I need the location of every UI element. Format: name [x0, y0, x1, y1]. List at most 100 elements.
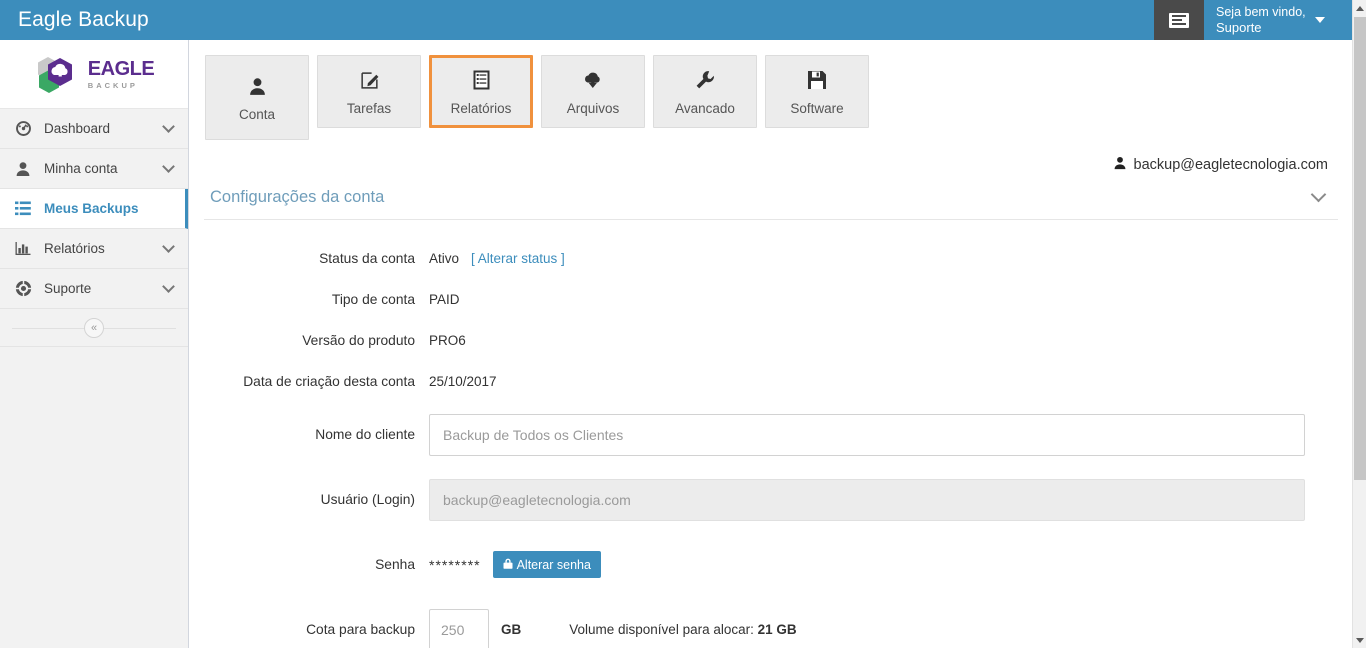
account-email-text: backup@eagletecnologia.com [1133, 157, 1328, 173]
scrollbar-up-button[interactable] [1353, 0, 1366, 16]
quota-value-group: 250 GB Volume disponível para alocar: 21… [429, 608, 797, 648]
tab-avancado[interactable]: Avancado [653, 55, 757, 128]
user-icon [248, 73, 267, 99]
logo-name-top: EAGLE [87, 57, 155, 80]
tab-label: Tarefas [346, 101, 392, 116]
chevron-down-icon [1314, 17, 1325, 23]
volume-available-value: 21 GB [757, 622, 797, 637]
sidebar-item-label: Suporte [44, 281, 92, 296]
password-masked: ******** [429, 556, 481, 573]
form-row-login: Usuário (Login) backup@eagletecnologia.c… [204, 467, 1338, 532]
client-name-input[interactable]: Backup de Todos os Clientes [429, 413, 1305, 456]
sidebar: EAGLE BACKUP Dashboard Minha conta Meus [0, 40, 189, 648]
app-root: Eagle Backup Seja bem vindo, Suporte EAG… [0, 0, 1366, 648]
sidebar-item-relatorios[interactable]: Relatórios [0, 229, 188, 269]
volume-available-text: Volume disponível para alocar: 21 GB [569, 622, 796, 637]
list-bars-icon [1169, 12, 1189, 28]
user-icon [14, 160, 32, 178]
form-row-quota: Cota para backup 250 GB Volume disponíve… [204, 597, 1338, 648]
user-menu[interactable]: Seja bem vindo, Suporte [1204, 0, 1352, 40]
tab-software[interactable]: Software [765, 55, 869, 128]
login-label: Usuário (Login) [320, 492, 415, 507]
nav-toggle-button[interactable] [1154, 0, 1204, 40]
volume-available-label: Volume disponível para alocar: [569, 622, 754, 637]
login-input: backup@eagletecnologia.com [429, 478, 1305, 521]
tab-tarefas[interactable]: Tarefas [317, 55, 421, 128]
sidebar-item-label: Minha conta [44, 161, 118, 176]
quota-input[interactable]: 250 [429, 608, 489, 648]
client-name-label: Nome do cliente [315, 427, 415, 442]
chevron-down-icon [1356, 637, 1364, 643]
scrollbar-thumb[interactable] [1354, 17, 1366, 480]
chevron-up-icon [1356, 5, 1364, 11]
sidebar-item-dashboard[interactable]: Dashboard [0, 109, 188, 149]
floppy-save-icon [807, 67, 827, 93]
status-label: Status da conta [319, 251, 415, 266]
account-settings-panel: Configurações da conta Status da conta A… [204, 186, 1338, 648]
password-label: Senha [375, 557, 415, 572]
wrench-icon [695, 67, 715, 93]
sidebar-logo[interactable]: EAGLE BACKUP [0, 40, 188, 109]
hexagon-cloud-upload-icon [34, 54, 84, 94]
sidebar-item-meus-backups[interactable]: Meus Backups [0, 189, 188, 229]
sidebar-item-minha-conta[interactable]: Minha conta [0, 149, 188, 189]
creation-date-label: Data de criação desta conta [243, 374, 415, 389]
panel-header: Configurações da conta [204, 186, 1338, 220]
account-form: Status da conta Ativo [ Alterar status ]… [204, 220, 1338, 648]
logo-name-bottom: BACKUP [87, 80, 138, 90]
form-row-client-name: Nome do cliente Backup de Todos os Clien… [204, 402, 1338, 467]
sidebar-collapse-row: « [0, 309, 188, 347]
list-icon [14, 200, 32, 218]
welcome-line-2: Suporte [1216, 20, 1262, 35]
sidebar-collapse-button[interactable]: « [84, 317, 104, 338]
form-row-account-type: Tipo de conta PAID [204, 279, 1338, 320]
logo: EAGLE BACKUP [34, 54, 155, 94]
page-scrollbar[interactable] [1352, 0, 1366, 648]
tab-label: Relatórios [450, 101, 512, 116]
chevron-down-icon [162, 280, 175, 293]
user-icon [1113, 156, 1127, 174]
tab-conta[interactable]: Conta [205, 55, 309, 140]
product-version-label: Versão do produto [302, 333, 415, 348]
tab-relatorios[interactable]: Relatórios [429, 55, 533, 128]
report-list-icon [472, 67, 491, 93]
dashboard-gauge-icon [14, 120, 32, 138]
page-title: Configurações da conta [210, 188, 385, 206]
creation-date-value: 25/10/2017 [429, 374, 497, 389]
cloud-download-icon [582, 67, 604, 93]
alterar-status-link[interactable]: [ Alterar status ] [471, 251, 565, 266]
alterar-senha-label: Alterar senha [516, 557, 591, 572]
chevron-down-icon [162, 240, 175, 253]
lifebuoy-icon [14, 280, 32, 298]
status-value-group: Ativo [ Alterar status ] [429, 251, 565, 266]
sidebar-item-label: Dashboard [44, 121, 111, 136]
form-row-creation-date: Data de criação desta conta 25/10/2017 [204, 361, 1338, 402]
account-type-label: Tipo de conta [331, 292, 415, 307]
account-type-value: PAID [429, 292, 460, 307]
scrollbar-down-button[interactable] [1353, 632, 1366, 648]
lock-icon [503, 558, 513, 572]
alterar-senha-button[interactable]: Alterar senha [492, 551, 601, 578]
sidebar-item-suporte[interactable]: Suporte [0, 269, 188, 309]
quota-unit: GB [501, 622, 522, 637]
chevron-down-icon [162, 160, 175, 173]
status-value: Ativo [429, 251, 460, 266]
quota-label: Cota para backup [306, 622, 415, 637]
tab-arquivos[interactable]: Arquivos [541, 55, 645, 128]
product-version-value: PRO6 [429, 333, 466, 348]
chevron-down-icon[interactable] [1310, 186, 1327, 202]
password-value-group: ******** Alterar senha [429, 551, 601, 578]
tab-label: Conta [238, 107, 276, 122]
header-right-group: Seja bem vindo, Suporte [1154, 0, 1352, 40]
edit-square-icon [359, 67, 380, 93]
top-header: Eagle Backup Seja bem vindo, Suporte [0, 0, 1352, 40]
main-content: Conta Tarefas Relatórios Arquivos Avanca… [190, 40, 1352, 648]
chevron-down-icon [162, 120, 175, 133]
welcome-line-1: Seja bem vindo, [1216, 5, 1306, 19]
sidebar-item-label: Meus Backups [44, 201, 139, 216]
sidebar-item-label: Relatórios [44, 241, 105, 256]
logo-wordmark: EAGLE BACKUP [87, 57, 155, 90]
brand-title: Eagle Backup [18, 8, 149, 31]
bar-chart-icon [14, 240, 32, 258]
tab-bar: Conta Tarefas Relatórios Arquivos Avanca… [190, 40, 1352, 140]
